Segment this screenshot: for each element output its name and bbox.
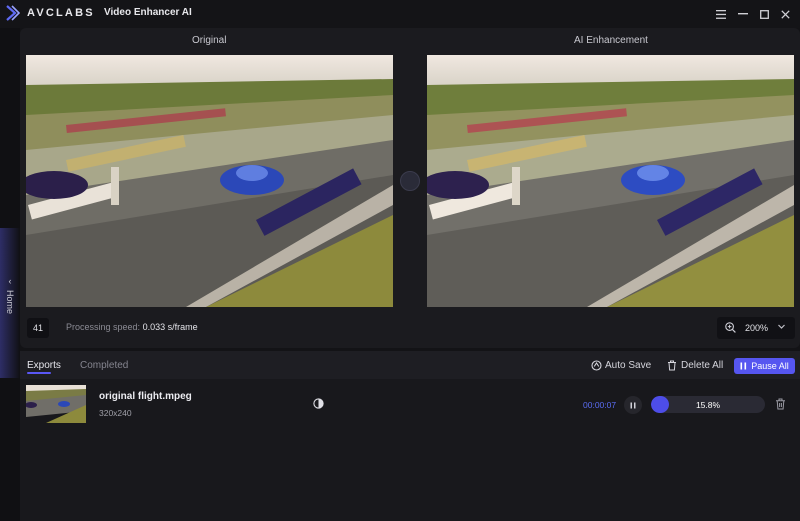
preview-panel: Original AI Enhancement 41 Processing sp… — [20, 28, 800, 348]
home-label: Home — [5, 290, 15, 315]
compare-slider-handle[interactable] — [400, 171, 420, 191]
app-title: Video Enhancer AI — [104, 7, 192, 18]
trash-icon — [668, 360, 676, 371]
menu-icon[interactable] — [712, 5, 730, 23]
delete-item-icon[interactable] — [775, 398, 786, 410]
close-icon[interactable] — [776, 5, 794, 23]
video-thumbnail — [26, 385, 86, 423]
elapsed-time: 00:00:07 — [583, 400, 617, 410]
auto-save-button[interactable]: Auto Save — [591, 357, 651, 374]
sidebar: ‹ Home — [0, 28, 20, 521]
delete-all-label: Delete All — [681, 360, 724, 371]
auto-save-label: Auto Save — [605, 360, 652, 371]
auto-save-icon — [591, 360, 602, 371]
minimize-icon[interactable] — [734, 5, 752, 23]
brand-name: AVCLABS — [27, 7, 95, 19]
pause-all-label: Pause All — [751, 361, 789, 371]
exports-panel: Exports Completed Auto Save Delete All P… — [20, 351, 800, 521]
maximize-icon[interactable] — [755, 5, 773, 23]
pause-item-button[interactable] — [624, 396, 642, 414]
tab-completed[interactable]: Completed — [80, 360, 128, 371]
compare-icon[interactable] — [313, 398, 324, 409]
zoom-in-icon — [725, 322, 736, 333]
title-bar: AVCLABS Video Enhancer AI — [0, 0, 800, 28]
home-tab[interactable]: ‹ Home — [0, 276, 20, 326]
speed-unit: s/frame — [167, 322, 198, 332]
export-item: original flight.mpeg 320x240 00:00:07 15… — [26, 385, 794, 425]
pause-icon — [740, 362, 747, 370]
pause-icon — [630, 402, 636, 408]
progress-label: 15.8% — [695, 399, 721, 410]
file-resolution: 320x240 — [99, 408, 132, 418]
active-tab-indicator — [27, 372, 51, 374]
speed-value: 0.033 — [142, 322, 166, 332]
delete-all-button[interactable]: Delete All — [667, 357, 723, 374]
tab-exports[interactable]: Exports — [27, 360, 61, 371]
speed-label: Processing speed: — [66, 322, 141, 332]
chevron-down-icon — [778, 324, 785, 329]
avclabs-logo-icon — [6, 5, 20, 21]
pause-all-button[interactable]: Pause All — [734, 358, 795, 374]
enhanced-frame — [427, 55, 794, 307]
original-frame — [26, 55, 393, 307]
original-label: Original — [192, 35, 227, 46]
processing-speed: Processing speed: 0.033 s/frame — [66, 322, 198, 332]
frame-counter: 41 — [27, 318, 49, 338]
chevron-left-icon: ‹ — [8, 276, 12, 286]
zoom-value: 200% — [745, 323, 769, 333]
file-name: original flight.mpeg — [99, 391, 192, 402]
progress-bar: 15.8% — [651, 396, 765, 413]
zoom-select[interactable]: 200% — [717, 317, 795, 339]
exports-toolbar: Exports Completed Auto Save Delete All P… — [20, 351, 800, 379]
enhanced-label: AI Enhancement — [574, 35, 648, 46]
